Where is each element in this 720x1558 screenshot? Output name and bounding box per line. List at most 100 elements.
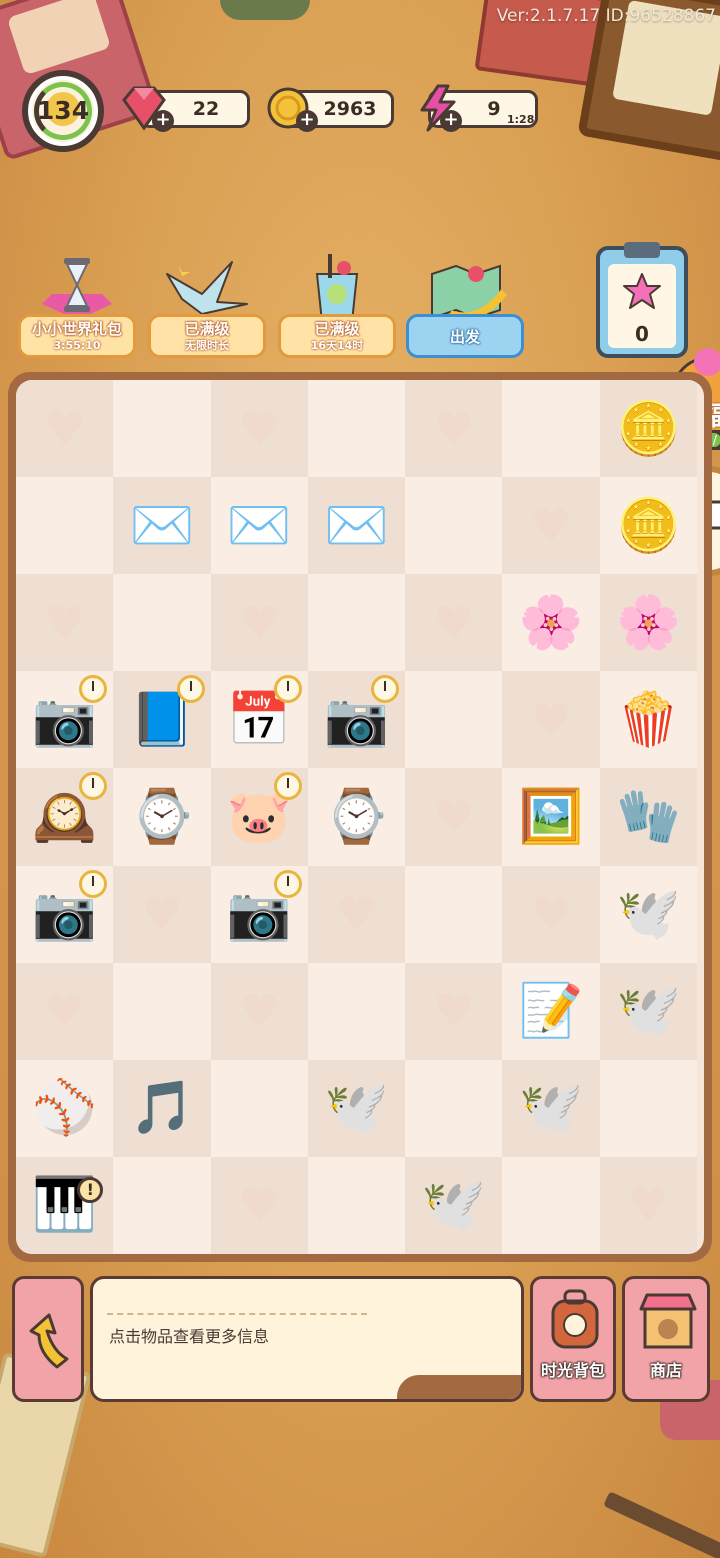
sakura-flower-icon[interactable]: 🌸 — [519, 597, 584, 649]
board-cell[interactable] — [307, 1156, 406, 1254]
board-cell[interactable]: 📝 — [502, 962, 600, 1060]
board-cell[interactable]: ♥ — [405, 574, 503, 672]
letters-icon[interactable]: ✉️ — [227, 500, 292, 552]
paper-crane-icon[interactable]: 🕊️ — [519, 1082, 584, 1134]
small-world-gift-pack-button[interactable]: 小小世界礼包 3:55:10 — [18, 254, 136, 358]
board-cell[interactable]: ⌚ — [307, 768, 406, 866]
paper-crane-icon[interactable]: 🕊️ — [616, 888, 681, 940]
board-cell[interactable]: 🪙 — [599, 380, 697, 478]
time-backpack-button[interactable]: 时光背包 — [530, 1276, 616, 1402]
board-cell[interactable] — [113, 962, 211, 1060]
music-note-icon[interactable]: 🎵 — [130, 1082, 195, 1134]
board-cell[interactable] — [502, 380, 600, 478]
empty-slot-heart-icon: ♥ — [238, 984, 280, 1039]
mittens-icon[interactable]: 🧤 — [616, 791, 681, 843]
coin-stack-icon[interactable]: 🪙 — [616, 403, 681, 455]
add-gems-button[interactable]: + — [152, 110, 174, 132]
board-cell[interactable] — [405, 1059, 503, 1157]
letter-quill-icon[interactable]: 📝 — [519, 985, 584, 1037]
board-cell[interactable]: 📷 — [16, 671, 114, 769]
board-cell[interactable]: ⌚ — [113, 768, 211, 866]
board-cell[interactable]: ♥ — [16, 380, 114, 478]
board-cell[interactable]: 🕊️ — [307, 1059, 406, 1157]
coin-icon[interactable]: 🪙 — [616, 500, 681, 552]
board-cell[interactable] — [307, 380, 406, 478]
paper-crane-event-button[interactable]: 已满级 无限时长 — [148, 254, 266, 358]
board-cell[interactable]: ✉️ — [210, 477, 308, 575]
watch-icon[interactable]: ⌚ — [130, 791, 195, 843]
board-cell[interactable] — [405, 477, 503, 575]
board-cell[interactable] — [502, 1156, 600, 1254]
board-cell[interactable] — [113, 574, 211, 672]
board-cell[interactable]: ♥ — [210, 1156, 308, 1254]
paper-crane-icon[interactable]: 🕊️ — [324, 1082, 389, 1134]
board-cell[interactable]: 🕊️ — [599, 865, 697, 963]
board-cell[interactable]: 📷 — [307, 671, 406, 769]
paper-crane-icon[interactable]: 🕊️ — [421, 1179, 486, 1231]
baseball-icon[interactable]: ⚾ — [32, 1082, 97, 1134]
board-cell[interactable] — [113, 380, 211, 478]
board-cell[interactable] — [16, 477, 114, 575]
board-cell[interactable]: ♥ — [210, 574, 308, 672]
board-cell[interactable]: ⚾ — [16, 1059, 114, 1157]
coins-value: 2963 — [323, 98, 377, 120]
paper-crane-icon[interactable]: 🕊️ — [616, 985, 681, 1037]
board-cell[interactable]: ✉️ — [113, 477, 211, 575]
board-cell[interactable] — [210, 1059, 308, 1157]
board-cell[interactable]: ♥ — [502, 477, 600, 575]
add-energy-button[interactable]: + — [440, 110, 462, 132]
board-cell[interactable]: ♥ — [502, 865, 600, 963]
board-cell[interactable] — [599, 1059, 697, 1157]
board-cell[interactable]: ♥ — [307, 865, 406, 963]
board-cell[interactable]: 📷 — [210, 865, 308, 963]
depart-button[interactable]: 出发 — [406, 254, 524, 358]
board-cell[interactable]: 🕊️ — [405, 1156, 503, 1254]
letters-icon[interactable]: ✉️ — [130, 500, 195, 552]
board-cell[interactable] — [405, 671, 503, 769]
board-cell[interactable]: ♥ — [16, 574, 114, 672]
board-cell[interactable]: ♥ — [210, 380, 308, 478]
board-cell[interactable]: ♥ — [405, 380, 503, 478]
board-cell[interactable]: 🐷 — [210, 768, 308, 866]
board-cell[interactable]: 🕰️ — [16, 768, 114, 866]
board-cell[interactable]: 🌸 — [599, 574, 697, 672]
board-cell[interactable] — [113, 1156, 211, 1254]
board-cell[interactable]: ♥ — [405, 768, 503, 866]
board-cell[interactable]: 📘 — [113, 671, 211, 769]
board-cell[interactable]: ♥ — [210, 962, 308, 1060]
empty-slot-heart-icon: ♥ — [238, 595, 280, 650]
board-cell[interactable]: ♥ — [405, 962, 503, 1060]
board-cell[interactable]: 🌸 — [502, 574, 600, 672]
empty-slot-heart-icon: ♥ — [238, 1178, 280, 1233]
popcorn-icon[interactable]: 🍿 — [616, 694, 681, 746]
timer-clock-icon — [79, 869, 108, 898]
board-cell[interactable]: ♥ — [502, 671, 600, 769]
back-button[interactable] — [12, 1276, 84, 1402]
drink-event-button[interactable]: 已满级 16天14时 — [278, 254, 396, 358]
board-cell[interactable]: 🎹! — [16, 1156, 114, 1254]
board-cell[interactable]: ✉️ — [307, 477, 406, 575]
board-cell[interactable]: 🪙 — [599, 477, 697, 575]
board-cell[interactable]: 📷 — [16, 865, 114, 963]
board-cell[interactable]: ♥ — [113, 865, 211, 963]
board-cell[interactable]: 🧤 — [599, 768, 697, 866]
board-cell[interactable]: 🍿 — [599, 671, 697, 769]
sakura-flowers-icon[interactable]: 🌸 — [616, 597, 681, 649]
board-cell[interactable]: 🕊️ — [599, 962, 697, 1060]
board-cell[interactable]: 🕊️ — [502, 1059, 600, 1157]
gems-value: 22 — [192, 98, 220, 120]
board-cell[interactable]: ♥ — [16, 962, 114, 1060]
board-cell[interactable]: 📅 — [210, 671, 308, 769]
watch-icon[interactable]: ⌚ — [324, 791, 389, 843]
player-level-badge[interactable]: 134 — [22, 70, 104, 152]
board-cell[interactable]: 🎵 — [113, 1059, 211, 1157]
board-cell[interactable]: ♥ — [599, 1156, 697, 1254]
add-coins-button[interactable]: + — [296, 110, 318, 132]
board-cell[interactable] — [307, 574, 406, 672]
letters-icon[interactable]: ✉️ — [324, 500, 389, 552]
board-cell[interactable]: 🖼️ — [502, 768, 600, 866]
board-cell[interactable] — [405, 865, 503, 963]
shop-button[interactable]: 商店 — [622, 1276, 710, 1402]
photo-icon[interactable]: 🖼️ — [519, 791, 584, 843]
board-cell[interactable] — [307, 962, 406, 1060]
